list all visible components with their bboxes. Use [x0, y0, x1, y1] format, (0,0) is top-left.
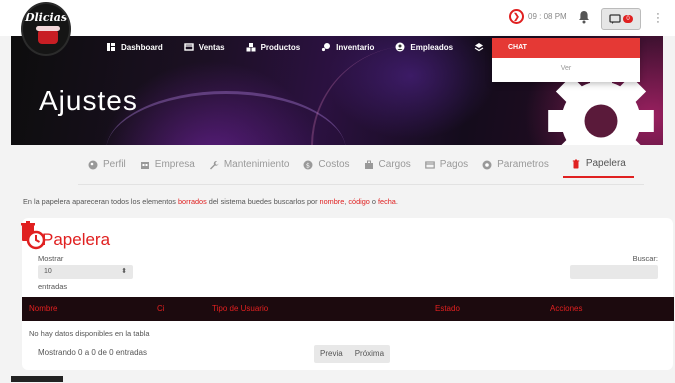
tab-empresa[interactable]: Empresa: [140, 158, 195, 178]
tab-label: Pagos: [439, 159, 469, 170]
info-highlight: nombre: [319, 197, 345, 206]
tab-pagos[interactable]: Pagos: [424, 158, 469, 178]
column-header[interactable]: Acciones: [550, 304, 582, 313]
info-part: .: [395, 197, 398, 206]
page-title: Ajustes: [39, 85, 138, 116]
nav-label: Dashboard: [121, 42, 163, 52]
nav-ventas[interactable]: Ventas: [184, 42, 225, 52]
tab-cargos[interactable]: Cargos: [364, 158, 411, 178]
trash-icon: [572, 159, 580, 168]
pagination: Previa Próxima: [314, 345, 391, 363]
chat-badge: 0: [623, 15, 633, 23]
table-header: Nombre Ci Tipo de Usuario Estado Accione…: [22, 297, 674, 321]
ventas-icon: [184, 43, 194, 51]
tab-label: Papelera: [585, 158, 626, 169]
column-header[interactable]: Nombre: [29, 304, 57, 313]
perfil-icon: [88, 160, 98, 169]
chat-dropdown: CHAT Ver: [492, 38, 640, 82]
trash-card: Papelera Mostrar 10 ⬍ entradas Buscar: N…: [21, 218, 674, 370]
layers-icon: [474, 43, 484, 52]
nav-label: Inventario: [336, 42, 375, 52]
logo-text: Dlicias: [24, 11, 68, 24]
empty-table-message: No hay datos disponibles en la tabla: [29, 329, 150, 338]
tab-label: Mantenimiento: [223, 159, 290, 170]
search-label: Buscar:: [632, 254, 658, 263]
clock: ❯ 09 : 08 PM: [509, 9, 567, 24]
next-page-button[interactable]: Próxima: [349, 345, 390, 363]
dashboard-icon: [107, 43, 115, 51]
tab-label: Parametros: [497, 159, 549, 170]
top-bar: Dlicias ❯ 09 : 08 PM 0 · · ·: [0, 0, 675, 56]
nav-productos[interactable]: Productos: [246, 42, 301, 52]
table-info: Mostrando 0 a 0 de 0 entradas: [38, 348, 147, 357]
info-highlight: fecha: [378, 197, 396, 206]
nav-dashboard[interactable]: Dashboard: [106, 42, 163, 52]
search-input[interactable]: [570, 265, 658, 279]
info-part: o: [369, 197, 378, 206]
clock-icon: ❯: [509, 9, 524, 24]
tabs-divider: [78, 184, 644, 185]
chat-dropdown-title: CHAT: [492, 38, 640, 58]
cargos-icon: [364, 160, 373, 169]
info-highlight: código: [348, 197, 370, 206]
chat-icon: [609, 14, 621, 24]
info-text: En la papelera apareceran todos los elem…: [23, 197, 398, 206]
tab-perfil[interactable]: Perfil: [88, 158, 126, 178]
tab-costos[interactable]: $ Costos: [303, 158, 350, 178]
costos-icon: $: [303, 160, 313, 169]
show-label: Mostrar: [38, 254, 64, 263]
prev-page-button[interactable]: Previa: [314, 345, 349, 363]
tab-label: Costos: [318, 159, 350, 170]
inventario-icon: [322, 43, 331, 52]
column-header[interactable]: Estado: [435, 304, 460, 313]
decor-arc: [311, 46, 511, 145]
tab-mantenimiento[interactable]: Mantenimiento: [209, 158, 290, 178]
main-nav: Dashboard Ventas Productos Inventario Em…: [106, 42, 484, 52]
chat-button[interactable]: 0: [601, 8, 641, 30]
cake-icon: [36, 26, 60, 44]
more-menu-icon[interactable]: · · ·: [656, 9, 660, 28]
logo[interactable]: Dlicias: [21, 2, 71, 56]
wrench-icon: [209, 160, 219, 169]
empleados-icon: [395, 42, 405, 52]
svg-text:$: $: [306, 161, 310, 169]
empresa-icon: [140, 161, 149, 169]
parametros-icon: [482, 160, 492, 169]
entries-select[interactable]: 10 ⬍: [38, 265, 133, 279]
nav-inventario[interactable]: Inventario: [321, 42, 374, 52]
tab-parametros[interactable]: Parametros: [482, 158, 549, 178]
chat-view-link[interactable]: Ver: [492, 58, 640, 82]
nav-label: Productos: [260, 42, 301, 52]
nav-more[interactable]: [474, 42, 484, 52]
card-title: Papelera: [42, 230, 111, 249]
nav-label: Empleados: [410, 42, 454, 52]
info-highlight: borrados: [177, 197, 207, 206]
tab-label: Empresa: [154, 159, 195, 170]
select-caret-icon: ⬍: [121, 268, 127, 275]
nav-empleados[interactable]: Empleados: [395, 42, 453, 52]
clock-time: 09 : 08 PM: [528, 12, 567, 21]
column-header[interactable]: Ci: [157, 304, 165, 313]
entries-select-value: 10: [44, 268, 52, 275]
tab-label: Cargos: [378, 159, 411, 170]
info-part: En la papelera apareceran todos los elem…: [23, 197, 178, 206]
pagos-icon: [424, 160, 435, 169]
decor-arc: [106, 91, 346, 145]
status-tooltip: [11, 376, 63, 382]
column-header[interactable]: Tipo de Usuario: [212, 304, 268, 313]
settings-tabs: Perfil Empresa Mantenimiento $ Costos Ca…: [88, 158, 634, 178]
productos-icon: [246, 43, 256, 52]
tab-label: Perfil: [103, 159, 126, 170]
nav-label: Ventas: [198, 42, 225, 52]
entries-label: entradas: [38, 282, 68, 291]
tab-papelera[interactable]: Papelera: [562, 158, 634, 178]
info-part: del sistema buedes buscarlos por: [206, 197, 320, 206]
bell-icon[interactable]: [578, 10, 590, 24]
